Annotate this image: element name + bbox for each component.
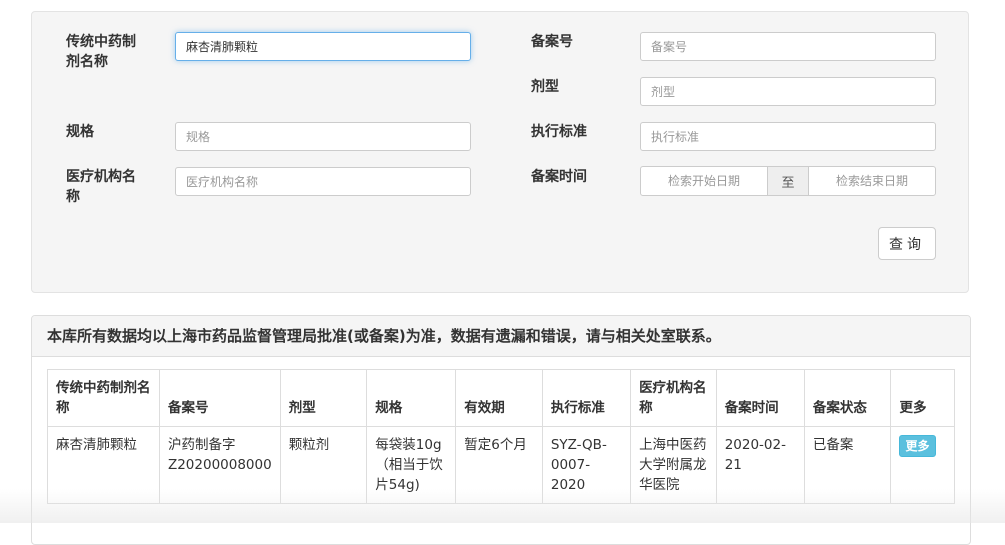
cell-status: 已备案 bbox=[803, 426, 892, 504]
cell-standard: SYZ-QB-0007-2020 bbox=[541, 426, 632, 504]
col-header-record-no: 备案号 bbox=[158, 369, 281, 427]
col-header-more: 更多 bbox=[890, 369, 955, 427]
results-table: 传统中药制剂名称 备案号 剂型 规格 有效期 执行标准 医疗机构名称 备案时间 … bbox=[47, 369, 955, 504]
cell-institution: 上海中医药大学附属龙华医院 bbox=[630, 426, 717, 504]
query-button[interactable]: 查询 bbox=[878, 227, 936, 260]
date-range-separator: 至 bbox=[768, 166, 808, 196]
result-panel: 本库所有数据均以上海市药品监督管理局批准(或备案)为准，数据有遗漏和错误，请与相… bbox=[31, 315, 971, 545]
spec-label: 规格 bbox=[66, 124, 94, 140]
end-date-input[interactable] bbox=[808, 166, 936, 196]
standard-input[interactable] bbox=[640, 122, 936, 151]
data-notice: 本库所有数据均以上海市药品监督管理局批准(或备案)为准，数据有遗漏和错误，请与相… bbox=[32, 316, 970, 357]
name-label: 传统中药制剂名称 bbox=[66, 34, 136, 70]
col-header-dosage-form: 剂型 bbox=[279, 369, 368, 427]
cell-spec: 每袋装10g（相当于饮片54g) bbox=[366, 426, 457, 504]
more-button[interactable]: 更多 bbox=[899, 435, 936, 457]
table-header-row: 传统中药制剂名称 备案号 剂型 规格 有效期 执行标准 医疗机构名称 备案时间 … bbox=[47, 369, 955, 427]
standard-label: 执行标准 bbox=[531, 124, 587, 140]
col-header-record-time: 备案时间 bbox=[715, 369, 805, 427]
dosage-form-label: 剂型 bbox=[531, 79, 559, 95]
cell-record-no: 沪药制备字Z20200008000 bbox=[158, 426, 281, 504]
spec-input[interactable] bbox=[175, 122, 471, 151]
col-header-institution: 医疗机构名称 bbox=[630, 369, 717, 427]
institution-label: 医疗机构名称 bbox=[66, 169, 136, 205]
table-row: 麻杏清肺颗粒 沪药制备字Z20200008000 颗粒剂 每袋装10g（相当于饮… bbox=[47, 426, 955, 504]
name-input[interactable] bbox=[175, 32, 471, 61]
col-header-name: 传统中药制剂名称 bbox=[47, 369, 160, 427]
date-range-group: 至 bbox=[640, 166, 936, 196]
col-header-status: 备案状态 bbox=[803, 369, 892, 427]
dosage-form-input[interactable] bbox=[640, 77, 936, 106]
record-no-input[interactable] bbox=[640, 32, 936, 61]
record-no-label: 备案号 bbox=[531, 34, 573, 50]
cell-more: 更多 bbox=[890, 426, 955, 504]
col-header-validity: 有效期 bbox=[455, 369, 543, 427]
cell-record-time: 2020-02-21 bbox=[715, 426, 805, 504]
search-panel: 传统中药制剂名称 备案号 剂型 规格 执行标准 医疗机构名称 备案时间 至 查询 bbox=[31, 11, 969, 293]
col-header-standard: 执行标准 bbox=[541, 369, 632, 427]
cell-name: 麻杏清肺颗粒 bbox=[47, 426, 160, 504]
record-time-label: 备案时间 bbox=[531, 169, 587, 185]
cell-validity: 暂定6个月 bbox=[455, 426, 543, 504]
col-header-spec: 规格 bbox=[366, 369, 457, 427]
institution-input[interactable] bbox=[175, 167, 471, 196]
cell-dosage-form: 颗粒剂 bbox=[279, 426, 368, 504]
start-date-input[interactable] bbox=[640, 166, 768, 196]
